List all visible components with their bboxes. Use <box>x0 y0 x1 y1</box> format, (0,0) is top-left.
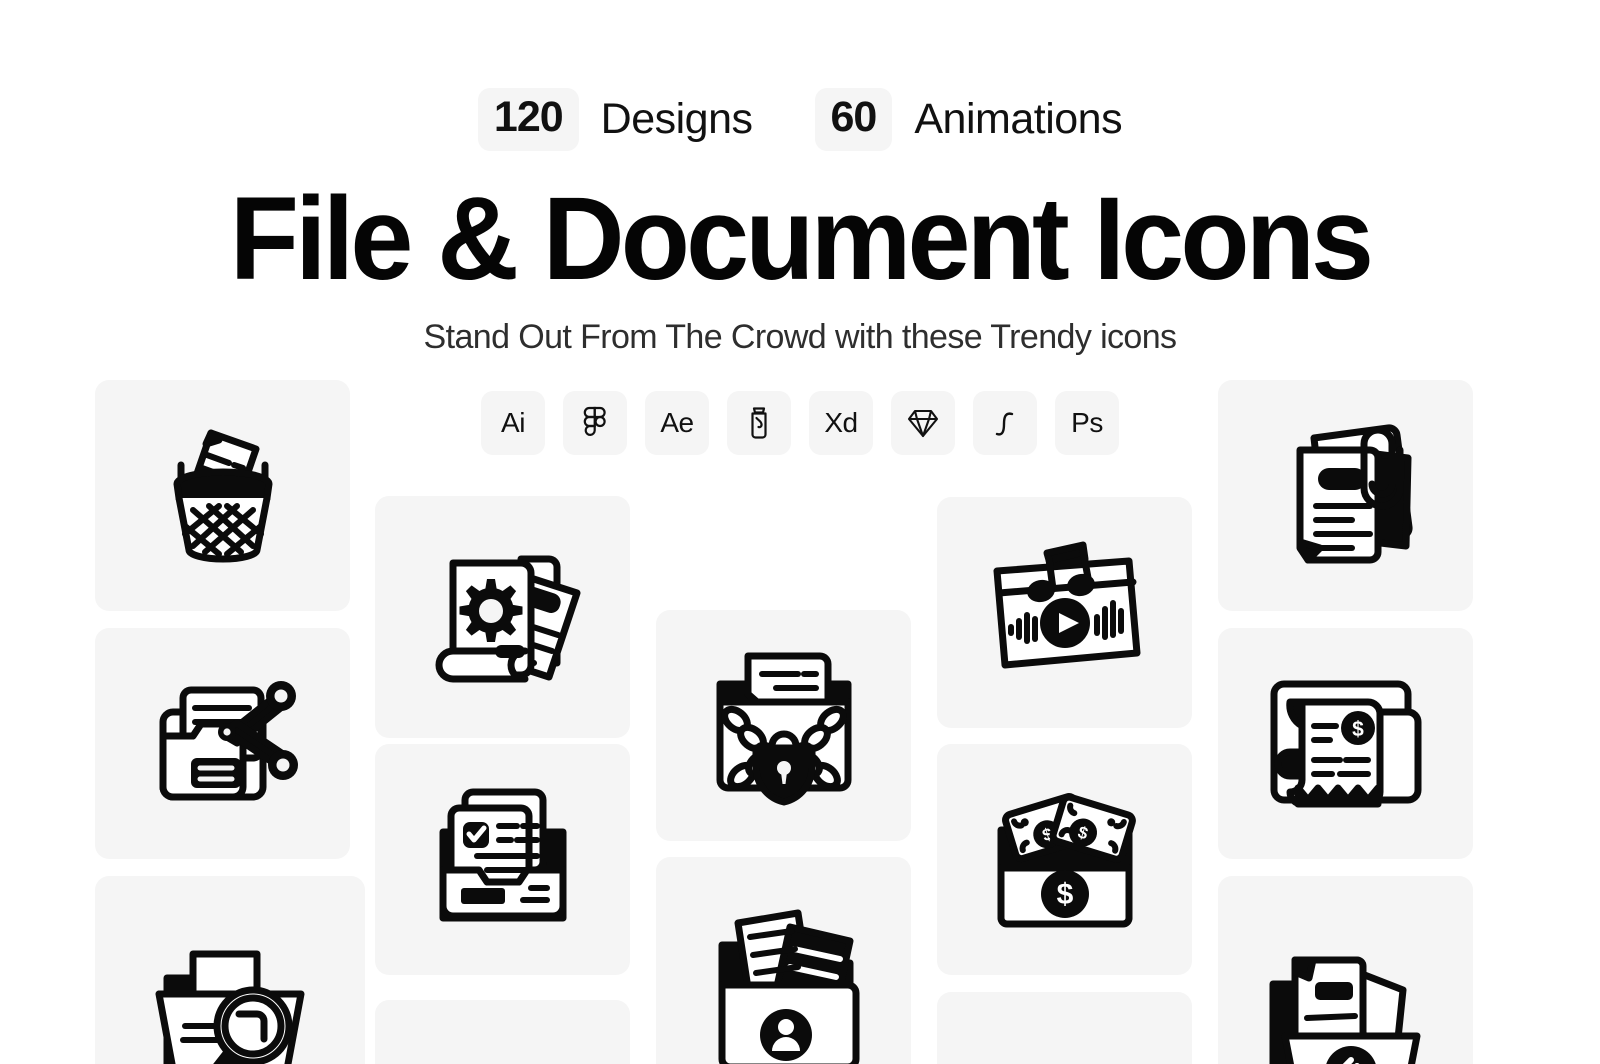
xd-badge[interactable]: Xd <box>809 391 873 455</box>
after-effects-badge[interactable]: Ae <box>645 391 709 455</box>
trash-document-icon <box>173 429 272 562</box>
document-settings-icon <box>435 555 580 683</box>
figma-icon <box>583 406 606 436</box>
icon-tile-money-envelope[interactable]: $ $ $ <box>937 744 1192 975</box>
photoshop-label: Ps <box>1071 407 1103 438</box>
icon-tile-personal-files[interactable] <box>656 857 911 1064</box>
cut-document-icon <box>159 680 298 800</box>
icon-tile-document-settings[interactable] <box>375 496 630 738</box>
photoshop-badge[interactable]: Ps <box>1055 391 1119 455</box>
stats-row: 120 Designs 60 Animations <box>0 88 1600 151</box>
svg-curve-badge[interactable] <box>973 391 1037 455</box>
icon-tile-search-folder[interactable] <box>95 876 365 1064</box>
gear-icon <box>459 579 522 642</box>
secure-document-icon <box>716 652 851 805</box>
icon-tile-invoice-document[interactable]: $ <box>1218 628 1473 859</box>
jar-icon <box>751 407 767 439</box>
icon-tile-partial-2[interactable] <box>937 992 1192 1064</box>
icon-tile-audio-file[interactable] <box>937 497 1192 728</box>
attached-document-icon <box>1296 423 1413 563</box>
icon-tile-partial[interactable] <box>375 1000 630 1064</box>
checklist-document-icon <box>439 788 566 921</box>
xd-label: Xd <box>824 407 858 438</box>
lottie-jar-badge[interactable] <box>727 391 791 455</box>
invoice-document-icon: $ <box>1270 680 1421 807</box>
icon-tile-shared-folder[interactable] <box>1218 876 1473 1064</box>
figma-badge[interactable] <box>563 391 627 455</box>
illustrator-badge[interactable]: Ai <box>481 391 545 455</box>
stat-designs: 120 Designs <box>477 88 753 151</box>
page-subtitle: Stand Out From The Crowd with these Tren… <box>423 318 1178 356</box>
shared-folder-icon <box>1269 956 1420 1064</box>
icon-tile-attached-document[interactable] <box>1218 380 1473 611</box>
icon-tile-cut-document[interactable] <box>95 628 350 859</box>
icon-tile-trash-document[interactable] <box>95 380 350 611</box>
curve-icon <box>995 412 1014 436</box>
svg-text:$: $ <box>1352 718 1364 741</box>
animations-count-badge: 60 <box>814 88 893 151</box>
search-folder-icon <box>155 950 305 1064</box>
poster-canvas: 120 Designs 60 Animations File & Documen… <box>0 0 1600 1064</box>
diamond-icon <box>907 409 939 438</box>
money-envelope-icon: $ $ $ <box>997 792 1136 927</box>
stat-animations: 60 Animations <box>814 88 1123 151</box>
personal-files-icon <box>718 909 859 1064</box>
designs-label: Designs <box>600 95 753 143</box>
audio-file-icon <box>993 541 1140 668</box>
icon-tile-checklist-document[interactable] <box>375 744 630 975</box>
icon-tile-secure-document[interactable] <box>656 610 911 841</box>
illustrator-label: Ai <box>501 407 525 438</box>
svg-text:$: $ <box>1056 878 1073 911</box>
designs-count-badge: 120 <box>477 88 579 151</box>
sketch-badge[interactable] <box>891 391 955 455</box>
animations-label: Animations <box>914 95 1123 143</box>
after-effects-label: Ae <box>660 407 694 438</box>
page-title: File & Document Icons <box>229 173 1374 305</box>
